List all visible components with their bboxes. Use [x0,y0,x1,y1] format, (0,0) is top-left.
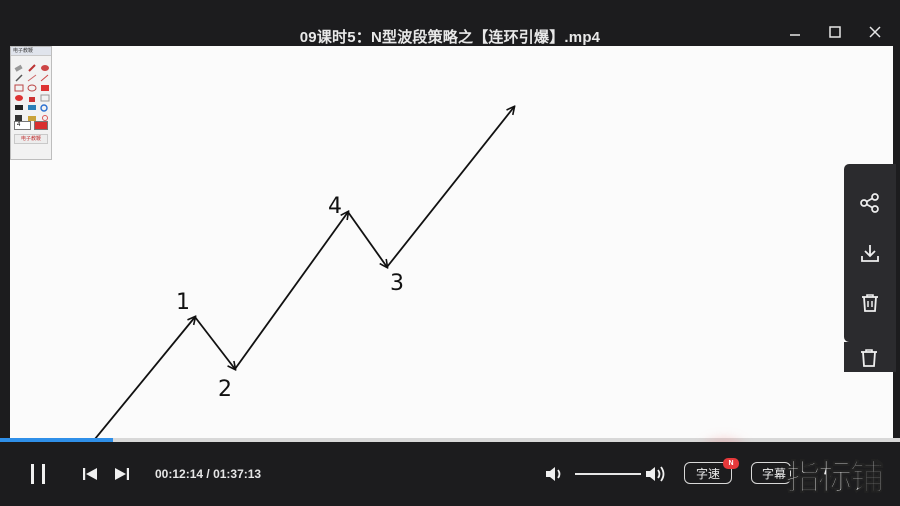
volume-icon [546,467,561,481]
mute-button[interactable] [544,464,566,484]
palette-tools [11,56,51,121]
wave-label-3: 3 [390,271,404,296]
wave-leg-up-2 [234,212,348,370]
volume-high-icon [646,466,665,482]
skip-previous-icon [83,468,97,480]
download-button[interactable] [858,241,882,265]
pen-size-select[interactable]: 4 [14,121,31,130]
side-delete-ghost-button[interactable] [844,342,896,372]
palette-options: 4 [14,121,48,130]
pause-icon [31,464,45,484]
annotation-palette: 电子教鞭 4 电子教鞭 [10,46,52,160]
minimize-button[interactable] [784,22,806,42]
wave-leg-up-3 [386,107,514,268]
pen-color-select[interactable] [34,121,48,130]
settings-icon[interactable] [40,109,50,121]
new-badge: N [723,458,739,469]
highlighter-icon[interactable] [40,59,50,71]
palette-footer[interactable]: 电子教鞭 [14,134,48,144]
volume-slider[interactable] [575,473,641,475]
title-bar[interactable]: 09课时5：N型波段策略之【连环引爆】.mp4 [0,0,900,46]
ellipse-icon[interactable] [27,79,37,92]
player-window: 09课时5：N型波段策略之【连环引爆】.mp4 1 2 4 3 电子教鞭 4 电… [0,0,900,506]
delete-button[interactable] [858,291,882,315]
delete-icon [861,349,877,367]
share-icon [860,193,879,213]
current-time: 00:12:14 [155,467,204,481]
control-bar: 00:12:14 / 01:37:13 字速 N 字幕 [0,442,900,506]
delete-icon [862,294,878,312]
wave-leg-up-1 [92,317,195,440]
skip-next-icon [115,468,129,480]
monitor-icon[interactable] [14,99,24,110]
eraser-icon[interactable] [14,59,24,72]
filled-rectangle-icon[interactable] [40,79,50,91]
pen-icon[interactable] [14,69,24,82]
wave-label-4: 4 [328,194,342,219]
video-frame[interactable]: 1 2 4 3 电子教鞭 4 电子教鞭 [10,46,893,440]
wave-leg-down-2 [347,211,387,267]
lock-icon[interactable] [27,89,37,102]
volume-max-button[interactable] [644,464,668,484]
video-title: 09课时5：N型波段策略之【连环引爆】.mp4 [299,29,601,46]
minimize-icon [790,34,800,36]
close-button[interactable] [864,22,886,42]
time-display: 00:12:14 / 01:37:13 [155,467,261,481]
download-icon [861,245,879,262]
pause-button[interactable] [24,460,52,488]
share-button[interactable] [858,191,882,215]
watermark: 指标铺 [786,459,885,498]
wave-label-1: 1 [176,290,190,315]
wave-drawing: 1 2 4 3 [92,46,893,440]
subtitle-button[interactable]: 字幕 [751,462,791,484]
save-icon[interactable] [14,109,24,121]
palette-title: 电子教鞭 [11,47,51,56]
screen-icon[interactable] [27,99,37,110]
arrow-tool-icon[interactable] [40,69,50,82]
zoom-icon[interactable] [40,99,50,112]
close-icon [869,26,881,38]
folder-icon[interactable] [27,109,37,121]
next-button[interactable] [112,464,132,484]
grid-icon[interactable] [40,89,50,102]
line-icon[interactable] [27,69,37,82]
wave-label-2: 2 [218,377,232,402]
side-action-panel [844,164,896,342]
time-separator: / [203,467,214,481]
filled-ellipse-icon[interactable] [14,89,24,101]
brush-icon[interactable] [27,59,37,72]
wave-leg-down-1 [194,316,235,369]
maximize-icon [829,26,841,38]
total-time: 01:37:13 [213,467,262,481]
maximize-button[interactable] [824,22,846,42]
rectangle-icon[interactable] [14,79,24,92]
previous-button[interactable] [80,464,100,484]
